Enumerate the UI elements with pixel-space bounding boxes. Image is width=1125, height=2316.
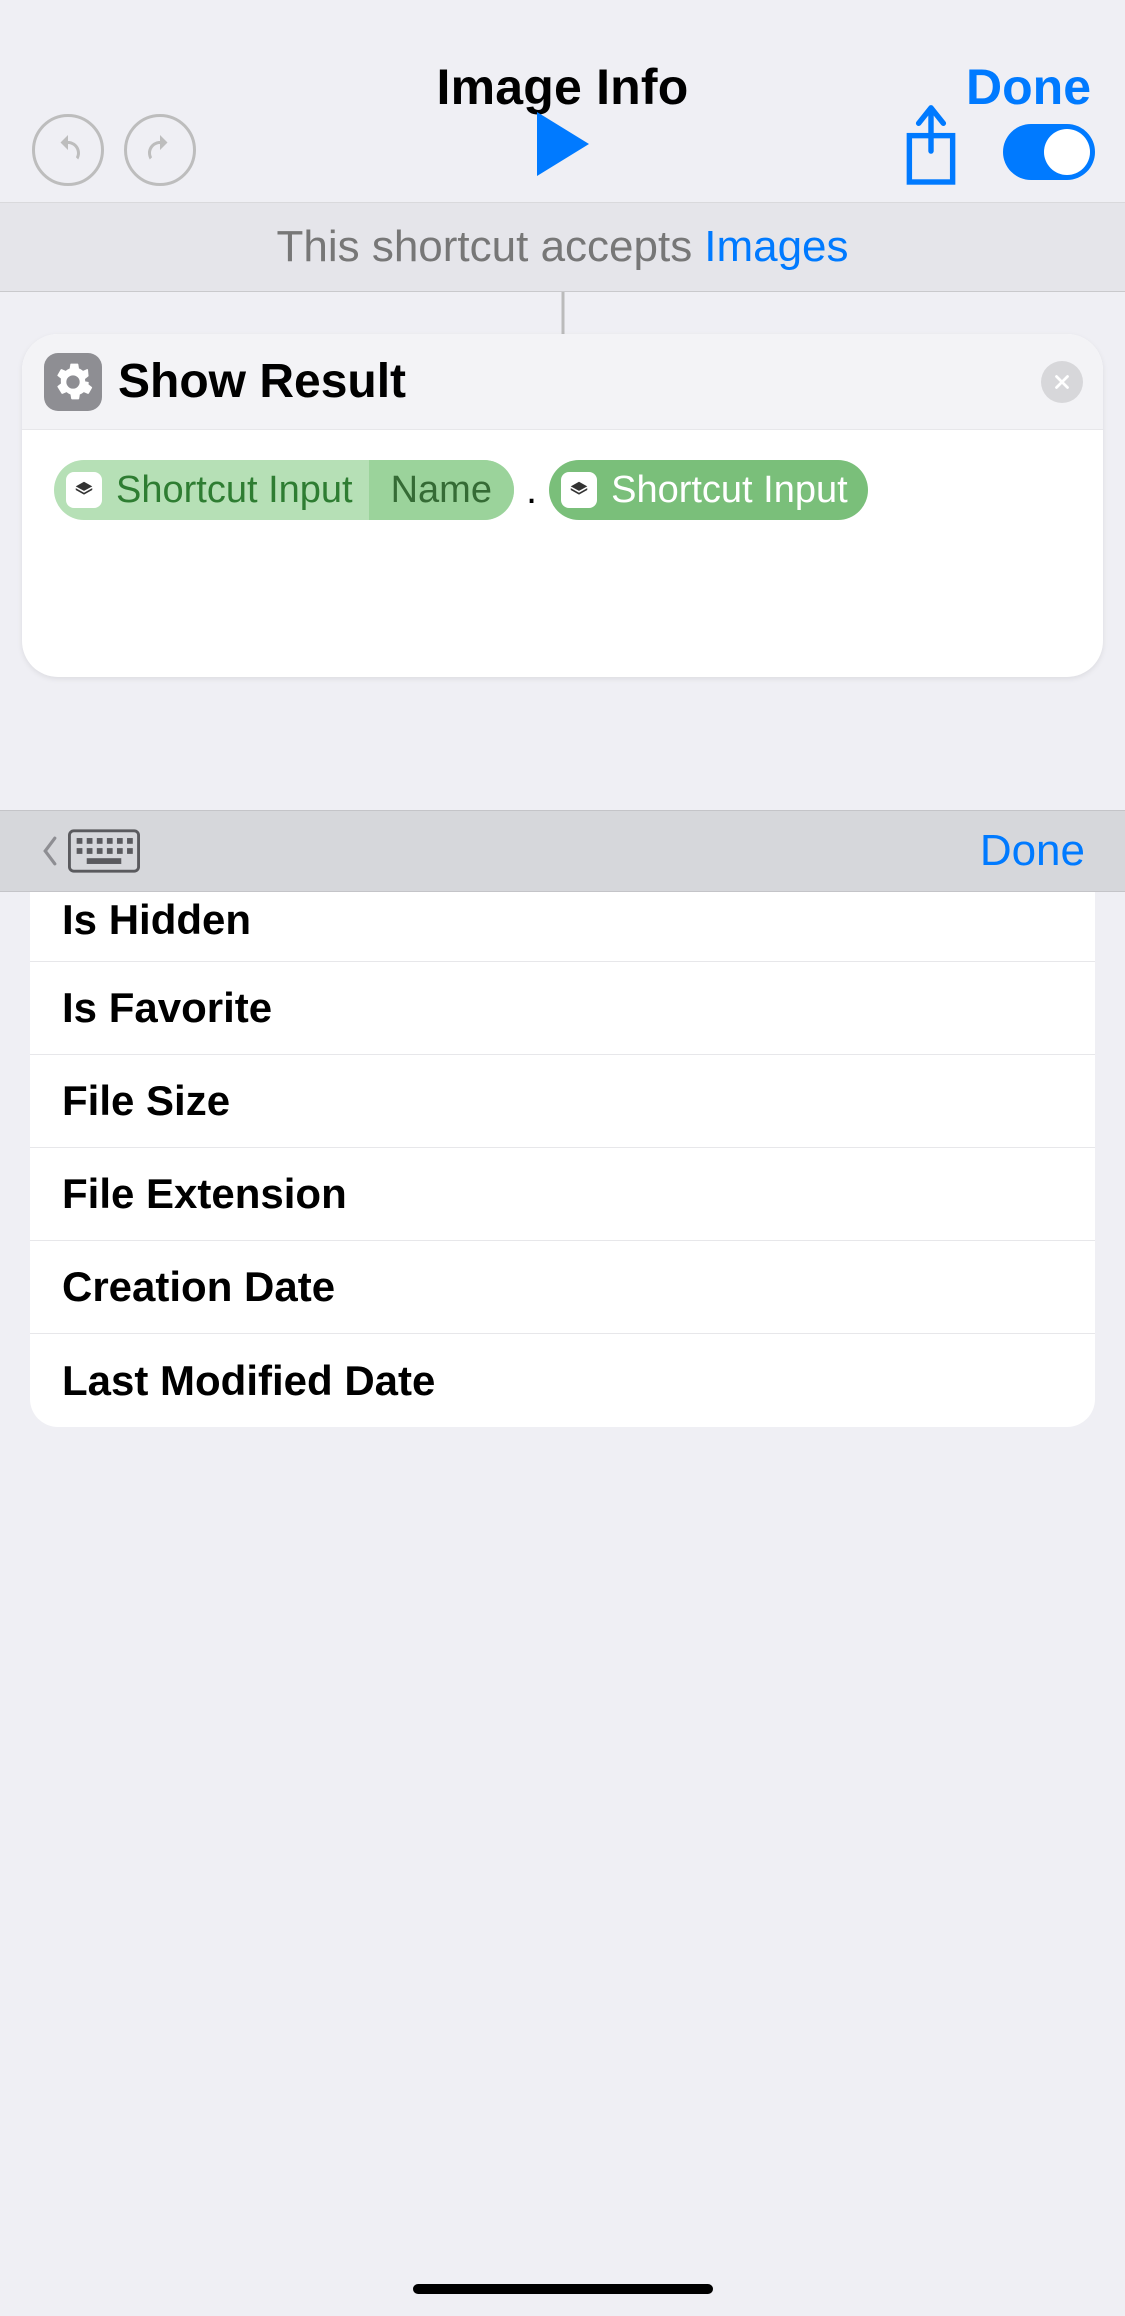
separator-dot: . (524, 468, 539, 513)
action-title: Show Result (118, 354, 406, 409)
redo-button[interactable] (124, 114, 196, 186)
accepts-prefix: This shortcut accepts (276, 222, 692, 272)
undo-button[interactable] (32, 114, 104, 186)
keyboard-accessory-bar: Done (0, 810, 1125, 892)
remove-action-button[interactable] (1041, 361, 1083, 403)
action-body[interactable]: Shortcut Input Name . Shortcut Input (22, 430, 1103, 550)
chevron-left-icon (40, 835, 60, 867)
done-button[interactable]: Done (966, 58, 1091, 116)
accepts-type-link[interactable]: Images (704, 222, 848, 272)
page-title: Image Info (436, 58, 688, 116)
show-result-action: Show Result Shortcut Input Name . Shortc… (22, 334, 1103, 677)
option-last-modified-date[interactable]: Last Modified Date (30, 1334, 1095, 1427)
connector-line (561, 292, 564, 336)
attribute-picker: Is Hidden Is Favorite File Size File Ext… (30, 892, 1095, 2316)
variable-token-label: Shortcut Input (112, 469, 369, 512)
play-icon (537, 112, 589, 176)
close-icon (1051, 371, 1073, 393)
gear-icon (44, 353, 102, 411)
keyboard-done-button[interactable]: Done (980, 826, 1085, 876)
toggle-icon (1003, 124, 1095, 180)
layers-icon (561, 472, 597, 508)
option-is-hidden[interactable]: Is Hidden (30, 892, 1095, 962)
home-indicator (413, 2284, 713, 2294)
option-is-favorite[interactable]: Is Favorite (30, 962, 1095, 1055)
variable-token-shortcut-input[interactable]: Shortcut Input (549, 460, 868, 520)
undo-icon (32, 114, 104, 186)
option-file-extension[interactable]: File Extension (30, 1148, 1095, 1241)
layers-icon (66, 472, 102, 508)
variable-token-label: Shortcut Input (607, 469, 868, 512)
dismiss-keyboard-button[interactable] (40, 829, 140, 873)
option-creation-date[interactable]: Creation Date (30, 1241, 1095, 1334)
variable-token-attribute: Name (369, 460, 514, 520)
accepts-bar: This shortcut accepts Images (0, 202, 1125, 292)
keyboard-icon (68, 829, 140, 873)
settings-toggle[interactable] (1003, 124, 1095, 180)
share-button[interactable] (897, 104, 965, 192)
variable-token-shortcut-input-name[interactable]: Shortcut Input Name (54, 460, 514, 520)
run-button[interactable] (537, 112, 589, 176)
action-header: Show Result (22, 334, 1103, 430)
redo-icon (124, 114, 196, 186)
option-file-size[interactable]: File Size (30, 1055, 1095, 1148)
share-icon (897, 104, 965, 192)
